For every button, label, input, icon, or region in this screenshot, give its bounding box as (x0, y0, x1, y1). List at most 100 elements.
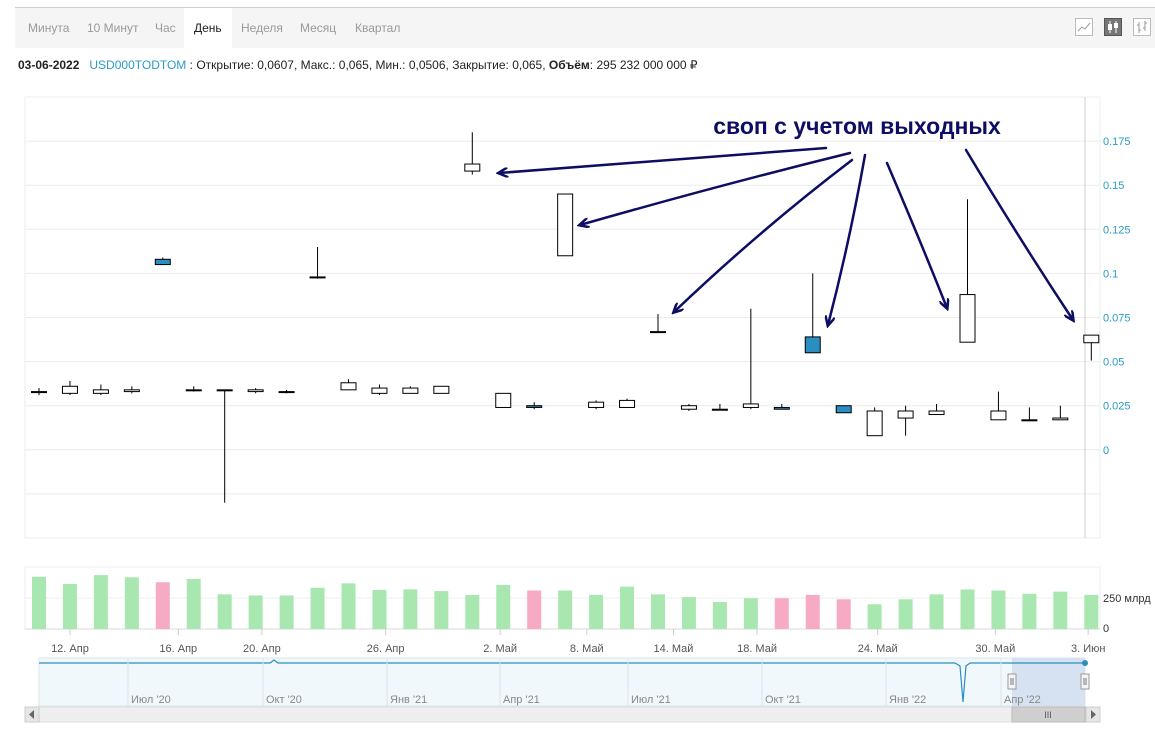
candle[interactable] (216, 389, 233, 503)
candle-body (1083, 334, 1100, 344)
navigator-label: Янв '22 (889, 694, 926, 706)
candlestick-chart: 0.175 0.15 0.125 0.1 0.075 0.05 0.025 0 своп с … (24, 96, 1151, 723)
volume-bar (434, 591, 449, 629)
navigator-label: Окт '21 (765, 694, 801, 706)
candle-body (650, 331, 666, 334)
navigator-frame[interactable] (38, 657, 1086, 707)
candle[interactable] (557, 193, 574, 257)
volume-bar (372, 589, 387, 629)
volume-bar (960, 589, 975, 629)
candle[interactable] (247, 388, 264, 394)
volume-bar (403, 589, 418, 629)
annotation-arrows (499, 146, 1073, 325)
candle[interactable] (92, 384, 109, 396)
navigator-label: Июл '21 (631, 694, 671, 706)
candle[interactable] (31, 388, 47, 396)
candle[interactable] (154, 257, 171, 266)
candle-body (897, 410, 914, 419)
candle-body (1052, 417, 1069, 421)
candle[interactable] (278, 389, 295, 394)
volume-bar (1084, 594, 1099, 629)
candle[interactable] (619, 398, 636, 408)
volume-bar (867, 604, 882, 629)
candle[interactable] (309, 246, 326, 279)
volume-bar (124, 577, 139, 629)
volume-bar (155, 582, 170, 629)
candle[interactable] (371, 384, 388, 396)
candle[interactable] (123, 386, 140, 394)
candle[interactable] (742, 308, 759, 410)
y-tick-label: 0.075 (1103, 313, 1131, 325)
navigator-label: Окт '20 (266, 694, 302, 706)
volume-bar (465, 594, 480, 629)
volume-bar (1053, 591, 1068, 629)
volume-bar (310, 587, 325, 629)
volume-axis-label-250: 250 млрд (1103, 593, 1151, 605)
candle[interactable] (340, 379, 357, 391)
candle-body (92, 389, 109, 394)
candle[interactable] (897, 405, 914, 436)
candle-body (928, 410, 945, 416)
x-tick-label: 18. Май (737, 643, 777, 655)
candle[interactable] (185, 386, 202, 392)
volume-bar (805, 594, 820, 629)
candle[interactable] (1083, 334, 1100, 361)
navigator-right-handle[interactable] (1080, 673, 1090, 690)
x-tick-label: 20. Апр (243, 643, 281, 655)
candle-body (154, 258, 171, 266)
candle[interactable] (61, 381, 78, 396)
volume-bar (62, 583, 77, 629)
navigator-label: Янв '21 (390, 694, 427, 706)
candle-body (61, 385, 78, 394)
candle-body (185, 389, 202, 392)
candle[interactable] (650, 313, 666, 334)
volume-bar (32, 576, 46, 629)
candle-body (619, 399, 636, 408)
candle-body (526, 405, 543, 408)
candle[interactable] (959, 199, 976, 343)
annotation-arrow (828, 153, 867, 325)
volume-bar (712, 602, 727, 629)
volume-bar (527, 590, 542, 629)
candle-body (123, 389, 140, 393)
candle-body (773, 406, 790, 410)
candle[interactable] (773, 403, 790, 410)
candle[interactable] (711, 403, 728, 411)
candle[interactable] (1021, 407, 1038, 422)
candle[interactable] (680, 403, 697, 411)
volume-bar (186, 578, 201, 629)
candle[interactable] (526, 402, 543, 410)
candle[interactable] (588, 400, 605, 410)
volume-bar (991, 590, 1006, 629)
scrollbar-track[interactable] (24, 706, 1101, 723)
x-tick-label: 26. Апр (367, 643, 405, 655)
candle[interactable] (866, 407, 883, 437)
annotation-text: своп с учетом выходных (713, 113, 1001, 139)
candle-body (804, 336, 821, 354)
candle[interactable] (433, 385, 450, 394)
candle[interactable] (402, 386, 419, 394)
candle[interactable] (464, 132, 481, 175)
candle[interactable] (1052, 405, 1069, 421)
candle-body (1021, 419, 1038, 422)
candle-body (371, 387, 388, 394)
volume-bar (341, 583, 356, 629)
candle-body (990, 410, 1007, 421)
candle-body (340, 382, 357, 391)
volume-bar (774, 598, 789, 629)
x-tick-label: 24. Май (858, 643, 898, 655)
volume-bar (496, 585, 511, 629)
volume-bar (589, 594, 604, 629)
annotation-arrow (499, 146, 828, 173)
volume-bar (929, 594, 944, 629)
candle-body (959, 294, 976, 343)
candle[interactable] (835, 405, 852, 414)
volume-bar (836, 599, 851, 629)
candle-body (495, 392, 512, 408)
navigator-left-handle[interactable] (1007, 673, 1017, 690)
x-tick-label: 3. Июн (1071, 643, 1105, 655)
candle[interactable] (495, 392, 512, 408)
candle[interactable] (804, 273, 821, 354)
y-tick-label: 0.1 (1103, 268, 1118, 280)
candle-body (433, 385, 450, 394)
